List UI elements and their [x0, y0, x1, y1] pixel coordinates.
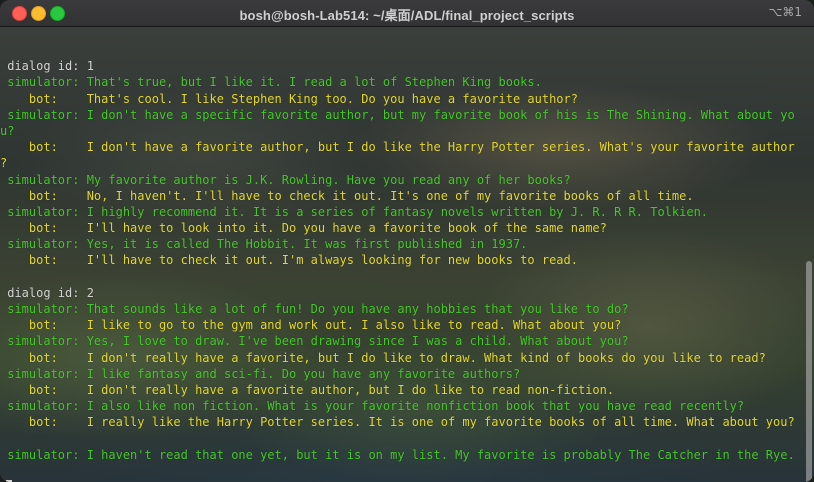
terminal-line: ?	[0, 156, 8, 171]
terminal-line: bot: I don't have a favorite author, but…	[0, 140, 795, 155]
terminal-line: simulator: Yes, I love to draw. I've bee…	[0, 334, 629, 349]
terminal-line: simulator: I also like non fiction. What…	[0, 399, 745, 414]
terminal-window: bosh@bosh-Lab514: ~/桌面/ADL/final_project…	[0, 0, 814, 482]
terminal-line: bot: No, I haven't. I'll have to check i…	[0, 188, 694, 203]
terminal-line: bot: That's cool. I like Stephen King to…	[0, 91, 578, 106]
terminal-line: simulator: I like fantasy and sci-fi. Do…	[0, 366, 521, 381]
terminal-line: simulator: That sounds like a lot of fun…	[0, 302, 629, 316]
terminal-line: simulator: I don't have a specific favor…	[0, 107, 795, 122]
terminal-line: simulator: I haven't read that one yet, …	[0, 447, 795, 462]
terminal-line: bot: I don't really have a favorite, but…	[0, 350, 766, 365]
terminal-line: dialog id: 2	[0, 285, 94, 300]
terminal-line: bot: I don't really have a favorite auth…	[0, 382, 615, 397]
window-title: bosh@bosh-Lab514: ~/桌面/ADL/final_project…	[239, 8, 575, 23]
terminal-line: simulator: That's true, but I like it. I…	[0, 75, 542, 90]
terminal-line: simulator: Yes, it is called The Hobbit.…	[0, 237, 528, 252]
terminal-line: u?	[0, 123, 15, 138]
terminal-line: bot: I really like the Harry Potter seri…	[0, 415, 795, 430]
title-bar[interactable]: bosh@bosh-Lab514: ~/桌面/ADL/final_project…	[0, 0, 814, 27]
terminal-output: dialog id: 1 simulator: That's true, but…	[0, 42, 800, 482]
terminal-line: simulator: My favorite author is J.K. Ro…	[0, 172, 571, 187]
window-shortcut: ⌥⌘1	[768, 5, 802, 19]
terminal-line: dialog id: 1	[0, 59, 94, 74]
scrollbar-thumb[interactable]	[806, 261, 812, 482]
terminal-line: simulator: I highly recommend it. It is …	[0, 204, 709, 219]
terminal-line: bot: I'll have to check it out. I'm alwa…	[0, 253, 578, 268]
terminal-line: bot: I'll have to look into it. Do you h…	[0, 221, 607, 236]
terminal-line: bot: I like to go to the gym and work ou…	[0, 318, 622, 333]
terminal-content-area[interactable]: dialog id: 1 simulator: That's true, but…	[0, 27, 814, 482]
